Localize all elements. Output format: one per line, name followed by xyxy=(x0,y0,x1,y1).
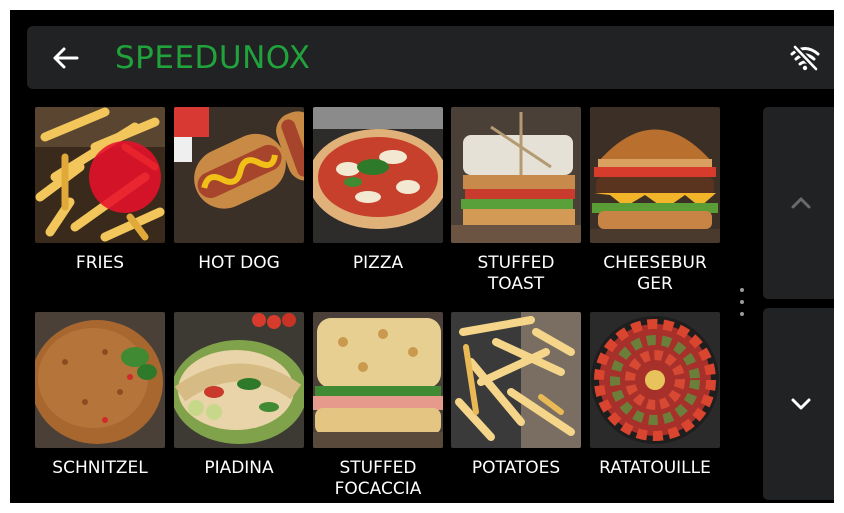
app-title: SPEEDUNOX xyxy=(115,40,311,76)
menu-item-pizza[interactable]: PIZZA xyxy=(313,107,443,274)
menu-item-label: STUFFED TOAST xyxy=(477,253,555,294)
schnitzel-image xyxy=(35,312,165,448)
piadina-image xyxy=(174,312,304,448)
menu-item-stuffed-toast[interactable]: STUFFED TOAST xyxy=(451,107,581,295)
back-button[interactable] xyxy=(47,40,83,76)
cheeseburger-image xyxy=(590,107,720,243)
header-bar: SPEEDUNOX xyxy=(27,26,834,89)
touch-indicator xyxy=(89,141,161,213)
page-indicator xyxy=(739,288,745,322)
menu-item-label: PIADINA xyxy=(204,458,274,478)
menu-item-potatoes[interactable]: POTATOES xyxy=(451,312,581,479)
fries-image xyxy=(35,107,165,243)
menu-item-schnitzel[interactable]: SCHNITZEL xyxy=(35,312,165,479)
menu-item-label: SCHNITZEL xyxy=(52,458,148,478)
menu-item-label: FRIES xyxy=(75,253,125,273)
stuffed-toast-image xyxy=(451,107,581,243)
stuffed-focaccia-image xyxy=(313,312,443,448)
menu-item-hot-dog[interactable]: HOT DOG xyxy=(174,107,304,274)
menu-item-label: RATATOUILLE xyxy=(599,458,711,478)
menu-item-ratatouille[interactable]: RATATOUILLE xyxy=(590,312,720,479)
menu-item-label: PIZZA xyxy=(352,253,404,273)
menu-item-cheeseburger[interactable]: CHEESEBUR GER xyxy=(590,107,720,295)
menu-item-piadina[interactable]: PIADINA xyxy=(174,312,304,479)
menu-item-label: STUFFED FOCACCIA xyxy=(334,458,422,499)
chevron-down-icon xyxy=(791,398,811,410)
scroll-down-button[interactable] xyxy=(763,308,834,500)
menu-item-label: HOT DOG xyxy=(198,253,280,273)
chevron-up-icon xyxy=(791,197,811,209)
device-screen: SPEEDUNOX FRIES HOT DOG PIZZA STUFFED TO… xyxy=(10,10,834,503)
ratatouille-image xyxy=(590,312,720,448)
menu-item-stuffed-focaccia[interactable]: STUFFED FOCACCIA xyxy=(313,312,443,500)
hot-dog-image xyxy=(174,107,304,243)
menu-item-label: CHEESEBUR GER xyxy=(603,253,707,294)
potatoes-image xyxy=(451,312,581,448)
wifi-off-icon xyxy=(790,44,820,72)
arrow-left-icon xyxy=(53,47,79,69)
scroll-up-button[interactable] xyxy=(763,107,834,299)
menu-item-label: POTATOES xyxy=(471,458,561,478)
menu-item-fries[interactable]: FRIES xyxy=(35,107,165,274)
pizza-image xyxy=(313,107,443,243)
